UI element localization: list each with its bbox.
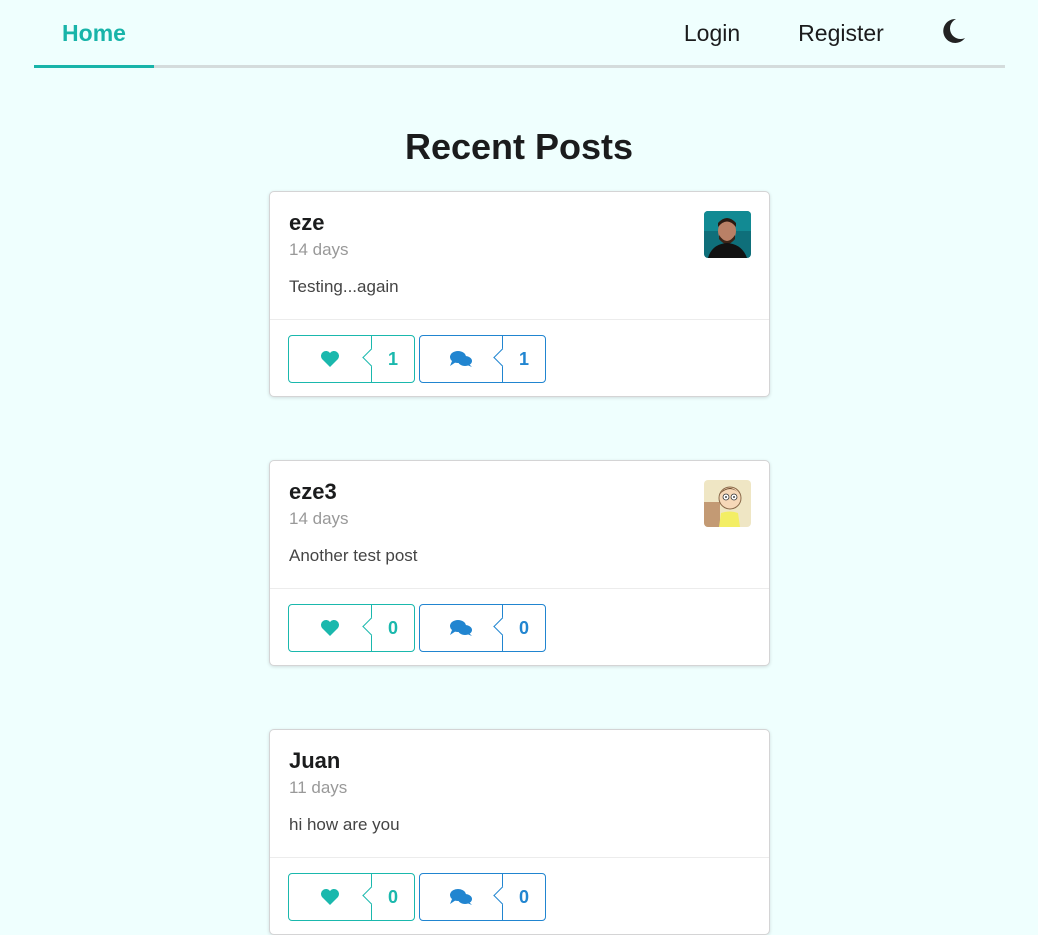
page-title: Recent Posts bbox=[404, 126, 634, 167]
post-card: eze 14 days Testing...again 1 1 bbox=[269, 191, 770, 397]
like-count: 1 bbox=[387, 348, 398, 369]
heart-icon bbox=[321, 620, 339, 636]
nav-register-link[interactable]: Register bbox=[786, 0, 896, 68]
like-count: 0 bbox=[387, 886, 398, 907]
post-username[interactable]: Juan bbox=[289, 748, 750, 774]
post-time[interactable]: 11 days bbox=[289, 778, 750, 798]
comment-button[interactable]: 0 bbox=[419, 873, 546, 921]
nav-home-link[interactable]: Home bbox=[34, 0, 154, 68]
post-time[interactable]: 14 days bbox=[289, 240, 750, 260]
heart-icon bbox=[321, 889, 339, 905]
theme-toggle-button[interactable] bbox=[934, 18, 974, 48]
like-button[interactable]: 1 bbox=[288, 335, 415, 383]
post-body: Another test post bbox=[289, 546, 418, 565]
comments-icon bbox=[450, 620, 472, 636]
comment-count: 1 bbox=[518, 348, 529, 369]
user-avatar bbox=[704, 211, 751, 258]
comment-count: 0 bbox=[518, 617, 529, 638]
moon-icon bbox=[943, 18, 965, 43]
post-username[interactable]: eze bbox=[289, 210, 750, 236]
like-count: 0 bbox=[387, 617, 398, 638]
heart-icon bbox=[321, 351, 339, 367]
user-avatar bbox=[704, 480, 751, 527]
nav-login-link[interactable]: Login bbox=[670, 0, 754, 68]
like-button[interactable]: 0 bbox=[288, 604, 415, 652]
comments-icon bbox=[450, 889, 472, 905]
post-time[interactable]: 14 days bbox=[289, 509, 750, 529]
top-menu: Home Login Register bbox=[34, 0, 1005, 68]
comment-count: 0 bbox=[518, 886, 529, 907]
comment-button[interactable]: 1 bbox=[419, 335, 546, 383]
comment-button[interactable]: 0 bbox=[419, 604, 546, 652]
post-card: eze3 14 days Another test post 0 0 bbox=[269, 460, 770, 666]
like-button[interactable]: 0 bbox=[288, 873, 415, 921]
post-card: Juan 11 days hi how are you 0 0 bbox=[269, 729, 770, 935]
post-username[interactable]: eze3 bbox=[289, 479, 750, 505]
post-body: Testing...again bbox=[289, 277, 399, 296]
post-body: hi how are you bbox=[289, 815, 400, 834]
comments-icon bbox=[450, 351, 472, 367]
